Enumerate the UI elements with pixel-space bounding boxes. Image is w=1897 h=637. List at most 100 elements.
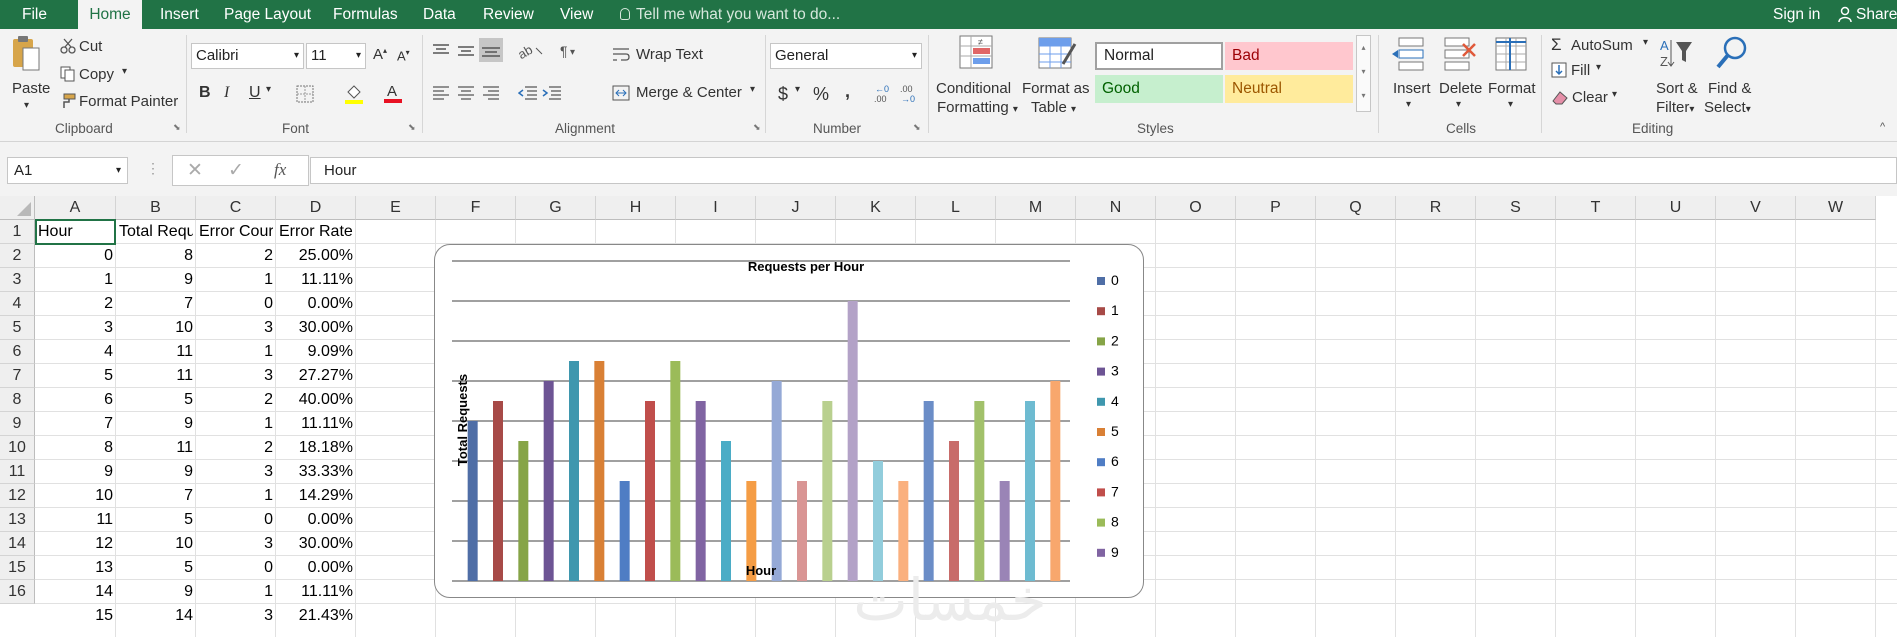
tab-home[interactable]: Home: [78, 0, 142, 29]
cell-d17[interactable]: 21.43%: [279, 604, 353, 628]
table-label[interactable]: Table ▾: [1031, 99, 1076, 116]
cell-b15[interactable]: 5: [119, 556, 193, 580]
cell-a12[interactable]: 10: [38, 484, 113, 508]
cell-c12[interactable]: 1: [199, 484, 273, 508]
copy-button[interactable]: Copy: [79, 66, 114, 83]
cell-d5[interactable]: 30.00%: [279, 316, 353, 340]
column-header-q[interactable]: Q: [1316, 196, 1396, 220]
column-header-g[interactable]: G: [516, 196, 596, 220]
align-left-icon[interactable]: [432, 85, 450, 105]
cell-a4[interactable]: 2: [38, 292, 113, 316]
cell-c16[interactable]: 1: [199, 580, 273, 604]
cell-a17[interactable]: 15: [38, 604, 113, 628]
merge-center-button[interactable]: Merge & Center: [636, 84, 742, 101]
collapse-ribbon-icon[interactable]: ^: [1880, 121, 1885, 133]
chevron-down-icon[interactable]: ▾: [1612, 89, 1617, 100]
tab-insert[interactable]: Insert: [160, 0, 199, 29]
cell-a13[interactable]: 11: [38, 508, 113, 532]
column-header-n[interactable]: N: [1076, 196, 1156, 220]
cell-c4[interactable]: 0: [199, 292, 273, 316]
cell-d15[interactable]: 0.00%: [279, 556, 353, 580]
cell-d10[interactable]: 18.18%: [279, 436, 353, 460]
top-align-icon[interactable]: [432, 43, 450, 63]
increase-font-icon[interactable]: A▴: [373, 46, 387, 63]
conditional-formatting-button[interactable]: Conditional: [936, 80, 1011, 97]
decrease-decimal-icon[interactable]: .00 →0: [899, 83, 921, 107]
cell-a9[interactable]: 7: [38, 412, 113, 436]
cell-b13[interactable]: 5: [119, 508, 193, 532]
column-header-e[interactable]: E: [356, 196, 436, 220]
cell-c2[interactable]: 2: [199, 244, 273, 268]
currency-dropdown-icon[interactable]: ▾: [795, 84, 800, 95]
row-header-7[interactable]: 7: [0, 364, 35, 388]
filter-label[interactable]: Filter▾: [1656, 99, 1694, 116]
underline-button[interactable]: U: [249, 84, 261, 102]
tell-me-box[interactable]: Tell me what you want to do...: [620, 0, 840, 29]
paste-button[interactable]: Paste: [12, 80, 50, 97]
sign-in-link[interactable]: Sign in: [1773, 0, 1820, 29]
cell-a8[interactable]: 6: [38, 388, 113, 412]
column-header-d[interactable]: D: [276, 196, 356, 220]
number-format-select[interactable]: General ▾: [770, 43, 922, 69]
row-header-5[interactable]: 5: [0, 316, 35, 340]
cell-c6[interactable]: 1: [199, 340, 273, 364]
autosum-button[interactable]: AutoSum: [1571, 37, 1633, 54]
column-header-i[interactable]: I: [676, 196, 756, 220]
cell-b8[interactable]: 5: [119, 388, 193, 412]
cell-d1[interactable]: Error Rate: [279, 220, 353, 244]
cell-d6[interactable]: 9.09%: [279, 340, 353, 364]
cell-a11[interactable]: 9: [38, 460, 113, 484]
cell-c3[interactable]: 1: [199, 268, 273, 292]
paste-icon[interactable]: [10, 34, 42, 78]
tab-file[interactable]: File: [22, 0, 47, 29]
font-name-select[interactable]: Calibri ▾: [191, 43, 304, 69]
cell-a16[interactable]: 14: [38, 580, 113, 604]
alignment-launcher-icon[interactable]: ⬊: [753, 122, 761, 133]
increase-decimal-icon[interactable]: ←0.00: [873, 83, 895, 107]
column-header-o[interactable]: O: [1156, 196, 1236, 220]
tab-data[interactable]: Data: [423, 0, 456, 29]
chart-container[interactable]: Requests per Hour Hour Total Requests 0 1 2 3 4…: [434, 244, 1144, 598]
row-header-6[interactable]: 6: [0, 340, 35, 364]
style-bad[interactable]: Bad: [1225, 42, 1353, 70]
currency-button[interactable]: $: [778, 84, 788, 105]
bottom-align-icon[interactable]: [479, 38, 503, 62]
row-header-13[interactable]: 13: [0, 508, 35, 532]
column-header-f[interactable]: F: [436, 196, 516, 220]
cell-c17[interactable]: 3: [199, 604, 273, 628]
sort-filter-button[interactable]: Sort &: [1656, 80, 1698, 97]
row-header-16[interactable]: 16: [0, 580, 35, 604]
copy-dropdown-icon[interactable]: ▾: [122, 66, 127, 77]
formula-input[interactable]: Hour: [310, 157, 1897, 184]
cell-d11[interactable]: 33.33%: [279, 460, 353, 484]
cell-d16[interactable]: 11.11%: [279, 580, 353, 604]
comma-button[interactable]: ,: [845, 81, 850, 102]
column-header-p[interactable]: P: [1236, 196, 1316, 220]
share-button[interactable]: Share: [1838, 0, 1897, 29]
font-size-select[interactable]: 11 ▾: [306, 43, 366, 69]
row-header-2[interactable]: 2: [0, 244, 35, 268]
formatting-label[interactable]: Formatting ▾: [937, 99, 1018, 116]
decrease-indent-icon[interactable]: [517, 85, 538, 105]
bold-button[interactable]: B: [199, 84, 211, 102]
style-normal[interactable]: Normal: [1095, 42, 1223, 70]
cell-d2[interactable]: 25.00%: [279, 244, 353, 268]
cell-a15[interactable]: 13: [38, 556, 113, 580]
cell-a2[interactable]: 0: [38, 244, 113, 268]
underline-dropdown-icon[interactable]: ▾: [266, 84, 271, 95]
column-header-u[interactable]: U: [1636, 196, 1716, 220]
column-header-j[interactable]: J: [756, 196, 836, 220]
cell-c13[interactable]: 0: [199, 508, 273, 532]
row-header-8[interactable]: 8: [0, 388, 35, 412]
cell-c15[interactable]: 0: [199, 556, 273, 580]
cell-b6[interactable]: 11: [119, 340, 193, 364]
cell-a3[interactable]: 1: [38, 268, 113, 292]
select-label[interactable]: Select▾: [1704, 99, 1751, 116]
cell-c1[interactable]: Error Cour: [199, 220, 273, 244]
name-box[interactable]: A1 ▾: [7, 157, 128, 184]
format-cells-button[interactable]: Format: [1488, 80, 1536, 97]
column-header-l[interactable]: L: [916, 196, 996, 220]
cell-d14[interactable]: 30.00%: [279, 532, 353, 556]
cell-c7[interactable]: 3: [199, 364, 273, 388]
column-header-h[interactable]: H: [596, 196, 676, 220]
